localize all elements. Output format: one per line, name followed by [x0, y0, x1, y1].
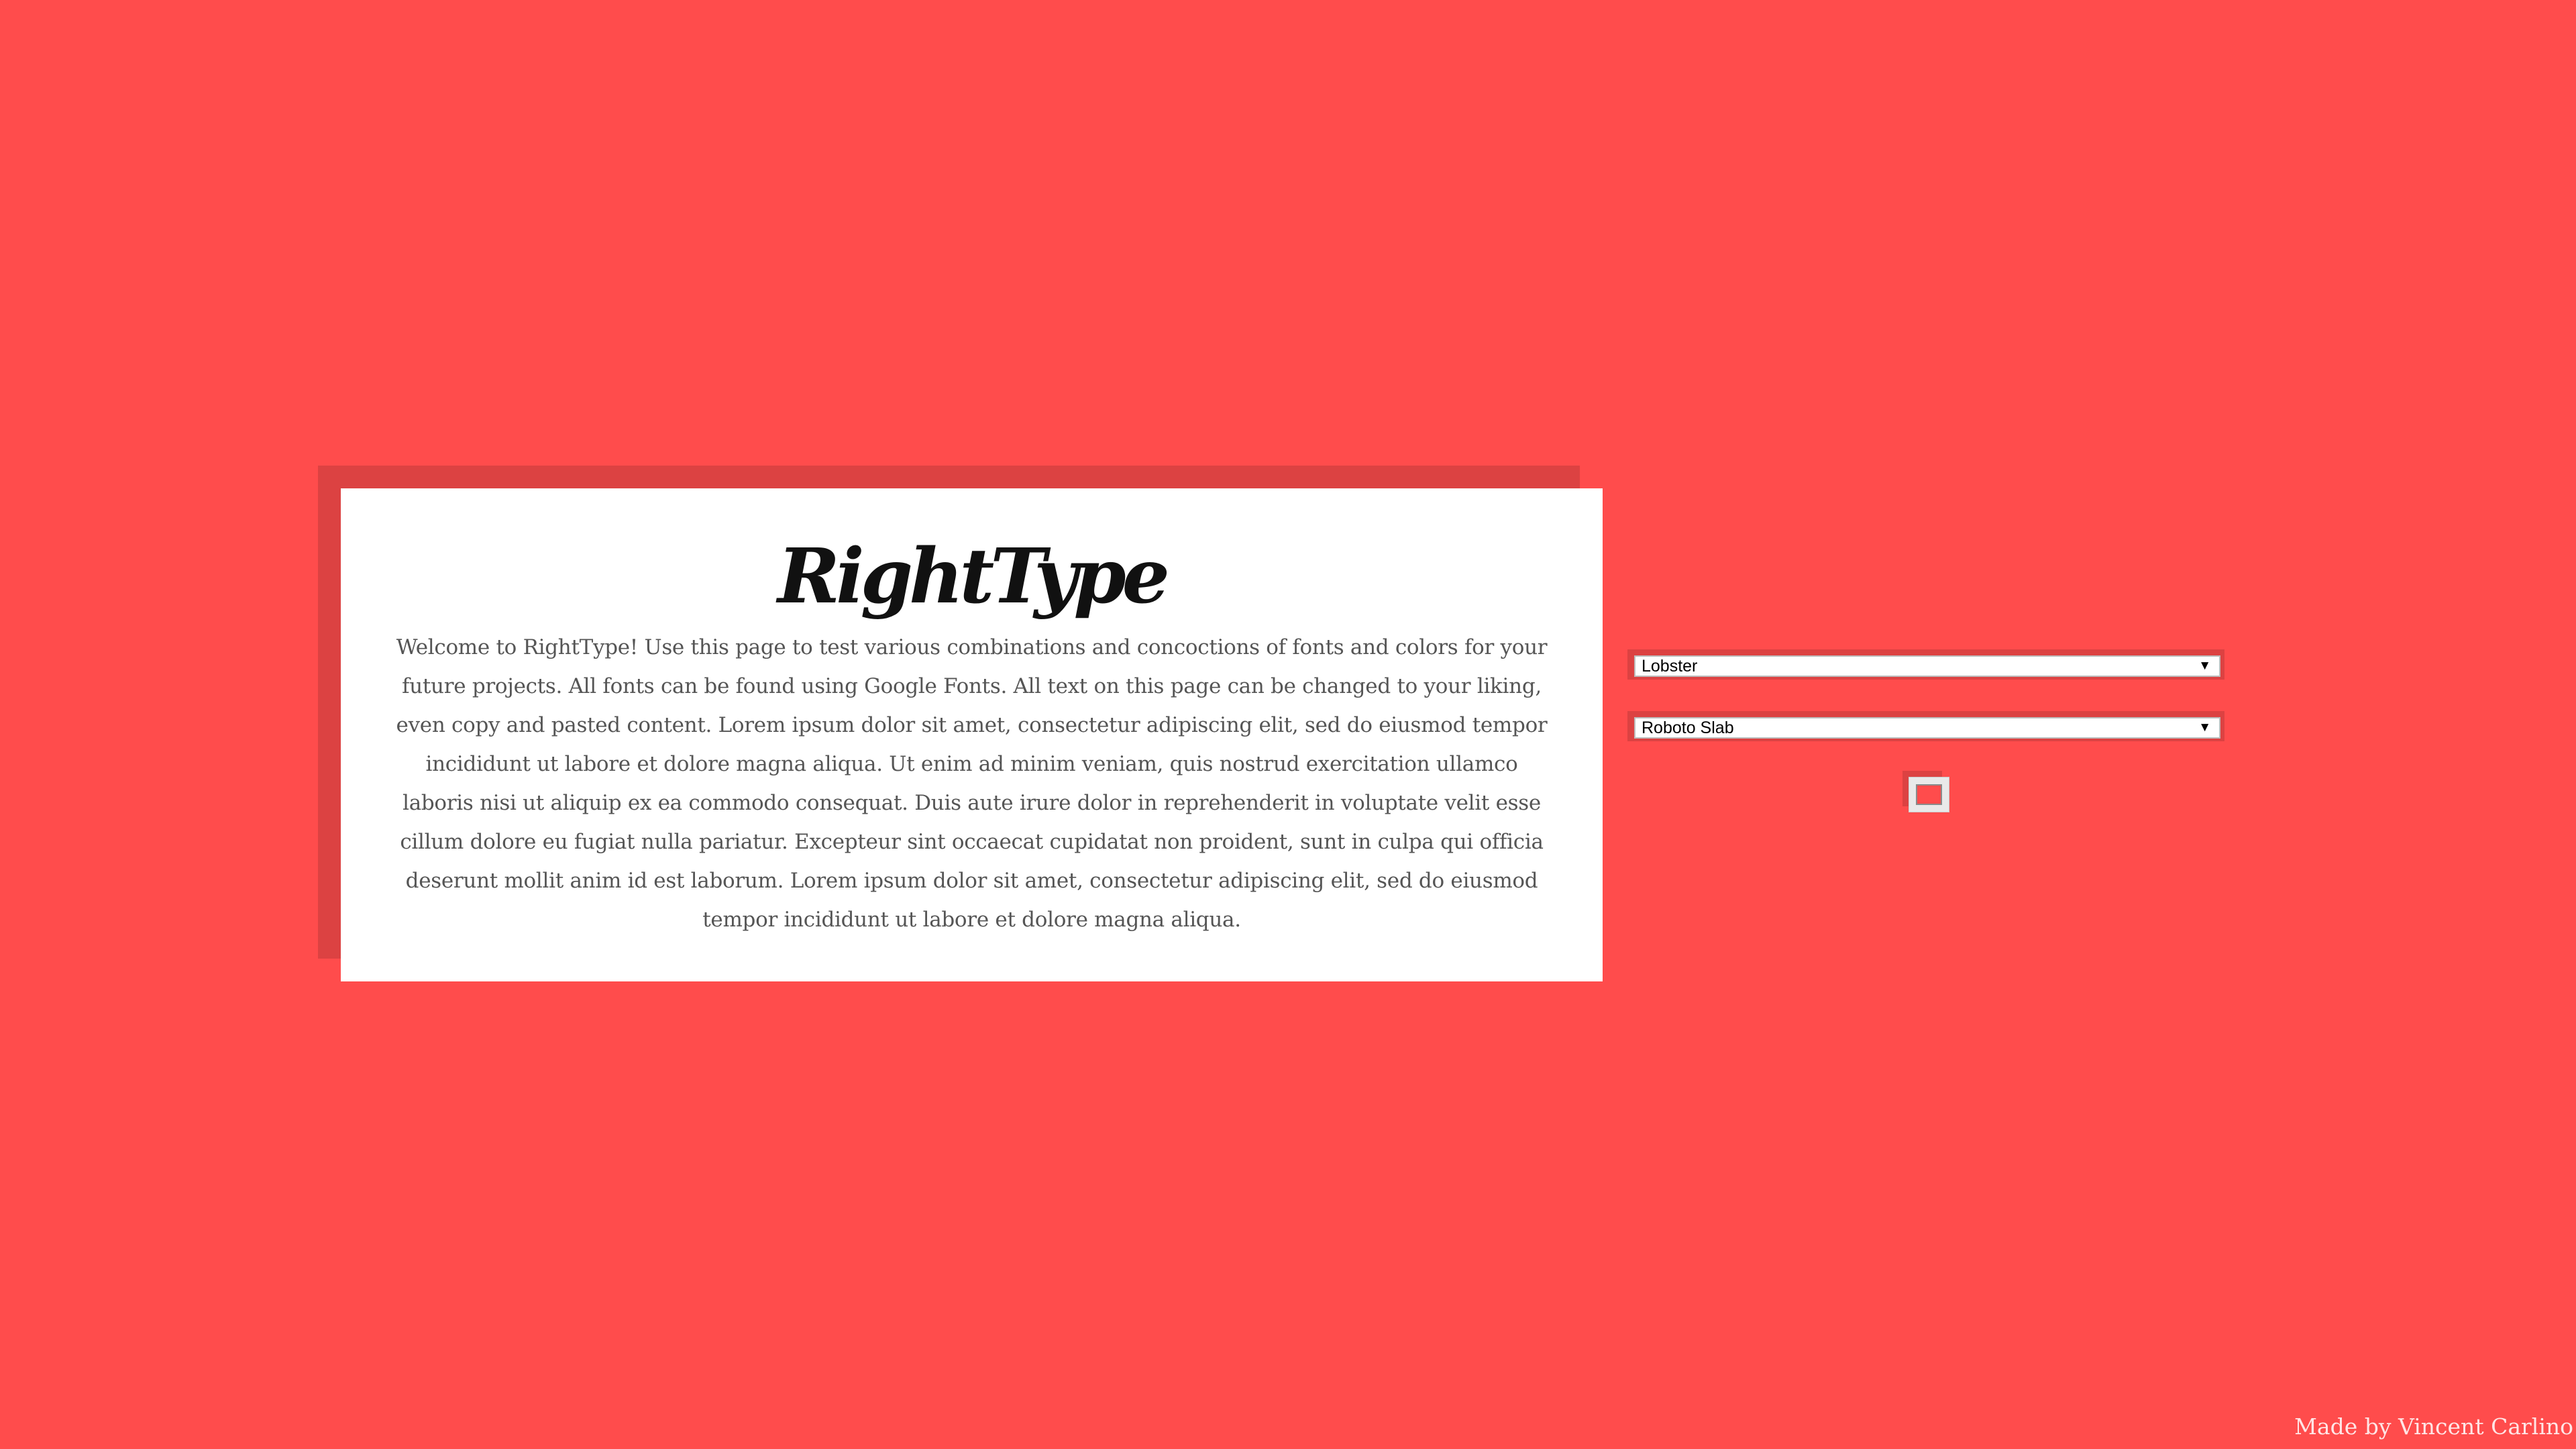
page-background: RightType Welcome to RightType! Use this…: [0, 0, 2576, 1449]
dropdown-arrow-icon: ▼: [2198, 659, 2211, 673]
preview-title[interactable]: RightType: [388, 530, 1556, 624]
body-font-select[interactable]: Roboto Slab ▼: [1634, 717, 2220, 739]
color-swatch-preview: [1916, 784, 1942, 805]
color-picker-button[interactable]: [1909, 777, 1949, 812]
heading-font-control: Lobster ▼: [1627, 649, 2224, 680]
footer-credit: Made by Vincent Carlino: [2294, 1413, 2573, 1440]
heading-font-selected-value: Lobster: [1642, 657, 1698, 676]
body-font-selected-value: Roboto Slab: [1642, 718, 1734, 737]
dropdown-arrow-icon: ▼: [2198, 720, 2211, 735]
color-picker-control: [1902, 771, 1949, 812]
body-font-control: Roboto Slab ▼: [1627, 711, 2224, 741]
preview-card: RightType Welcome to RightType! Use this…: [341, 488, 1603, 981]
preview-body-text[interactable]: Welcome to RightType! Use this page to t…: [388, 628, 1556, 939]
heading-font-select[interactable]: Lobster ▼: [1634, 655, 2220, 677]
